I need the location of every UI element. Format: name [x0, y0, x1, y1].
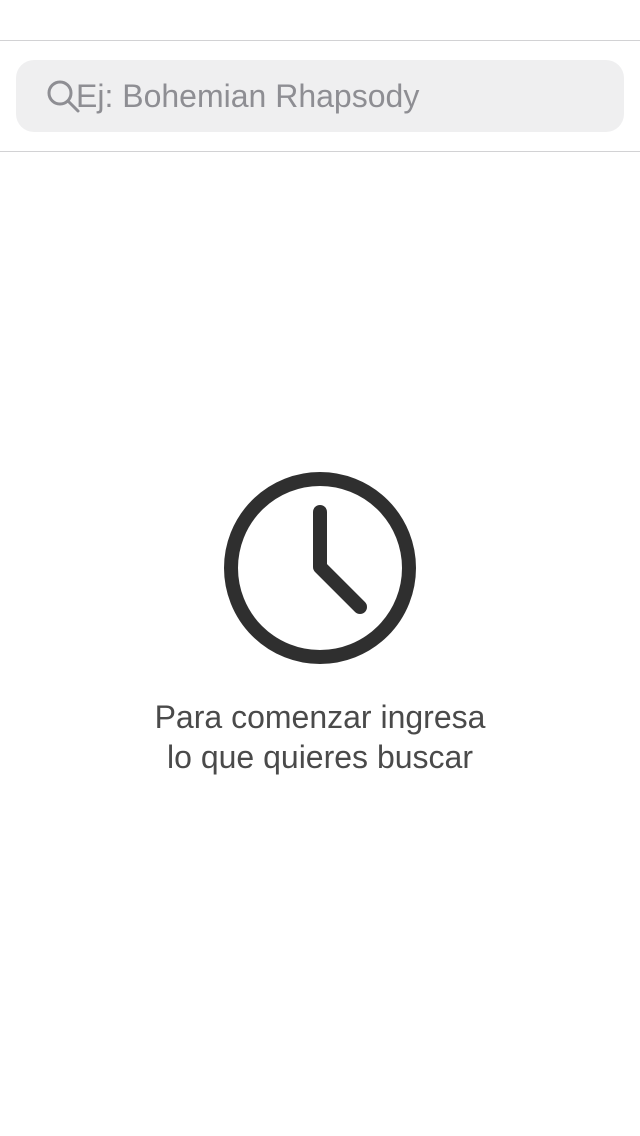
empty-state-message: Para comenzar ingresa lo que quieres bus… [0, 697, 640, 777]
bottom-divider [0, 151, 640, 152]
empty-state-line-2: lo que quieres buscar [167, 739, 473, 775]
search-input[interactable] [76, 60, 606, 132]
empty-state-line-1: Para comenzar ingresa [154, 699, 486, 735]
top-divider [0, 40, 640, 41]
search-bar[interactable] [16, 60, 624, 132]
clock-icon [224, 472, 416, 664]
